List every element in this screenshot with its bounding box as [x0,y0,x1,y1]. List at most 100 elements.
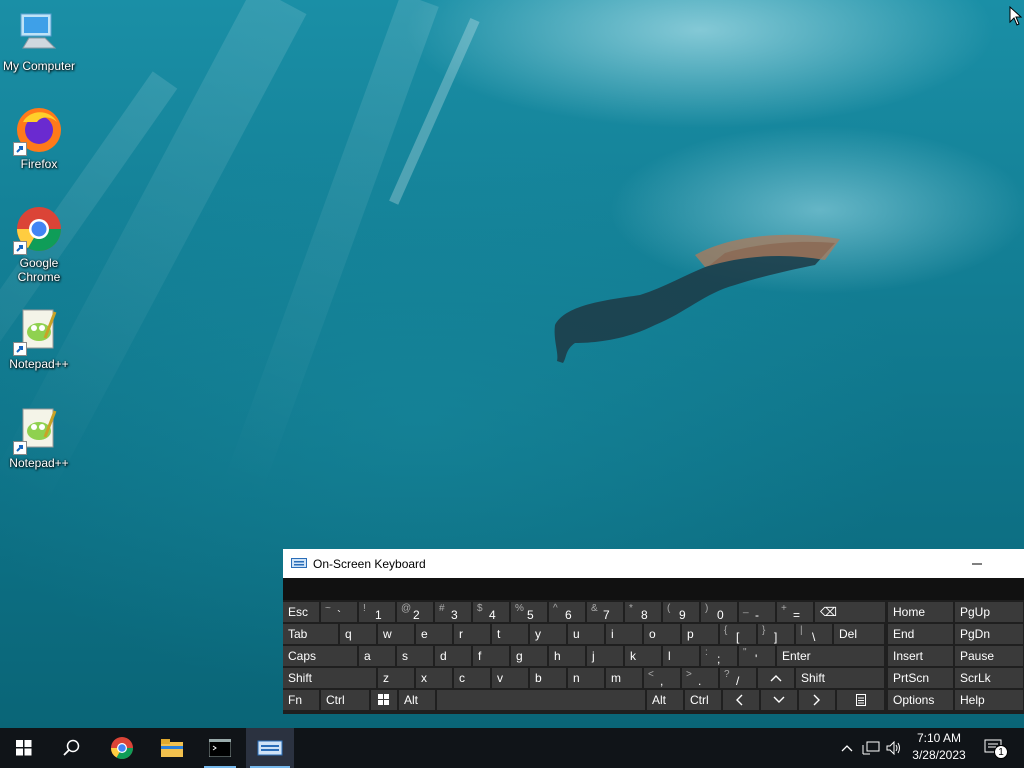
key[interactable]: _ - [739,602,775,622]
key[interactable]: n [568,668,604,688]
key-shift-right[interactable]: Shift [796,668,884,688]
desktop-icon-notepadpp-2[interactable]: Notepad++ [0,405,78,470]
key[interactable]: Tab [283,624,338,644]
key[interactable]: c [454,668,490,688]
arrow-up-key[interactable] [758,668,794,688]
key-label: p [687,627,694,641]
key[interactable]: e [416,624,452,644]
desktop-icon-notepadpp-1[interactable]: Notepad++ [0,306,78,371]
taskbar-clock[interactable]: 7:10 AM 3/28/2023 [905,730,973,764]
key[interactable]: >. [682,668,718,688]
arrow-down-key[interactable] [761,690,797,710]
key-insert[interactable]: Insert [888,646,953,666]
key[interactable]: m [606,668,642,688]
key[interactable]: v [492,668,528,688]
key[interactable]: ! 1 [359,602,395,622]
space-key[interactable] [437,690,645,710]
key[interactable]: ~ ` [321,602,357,622]
key[interactable]: " ' [739,646,775,666]
key[interactable]: h [549,646,585,666]
key-fn[interactable]: Fn [283,690,319,710]
key-prtscn[interactable]: PrtScn [888,668,953,688]
desktop-icon-my-computer[interactable]: My Computer [0,8,78,73]
key-enter[interactable]: Enter [777,646,884,666]
key-alt-right[interactable]: Alt [647,690,683,710]
key[interactable]: ^ 6 [549,602,585,622]
on-screen-keyboard-window[interactable]: On-Screen Keyboard Esc ~ `! 1 @2 #3 $4% 5 ^ 6 & 7 * 8… [283,549,1024,714]
key[interactable]: y [530,624,566,644]
arrow-left-key[interactable] [723,690,759,710]
key[interactable]: * 8 [625,602,661,622]
search-button[interactable] [48,728,96,768]
key[interactable]: b [530,668,566,688]
taskbar-chrome[interactable] [98,728,146,768]
action-center-button[interactable]: 1 [980,728,1010,768]
taskbar-on-screen-keyboard[interactable] [246,728,294,768]
key[interactable]: j [587,646,623,666]
key[interactable]: #3 [435,602,471,622]
key-end[interactable]: End [888,624,953,644]
key-help[interactable]: Help [955,690,1023,710]
key[interactable]: + = [777,602,813,622]
key-label: 6 [565,608,572,622]
key[interactable]: a [359,646,395,666]
taskbar-file-explorer[interactable] [148,728,196,768]
key[interactable]: <, [644,668,680,688]
volume-button[interactable] [884,728,904,768]
key[interactable]: i [606,624,642,644]
key-alt-left[interactable]: Alt [399,690,435,710]
key[interactable]: ) 0 [701,602,737,622]
key-pgdn[interactable]: PgDn [955,624,1023,644]
key[interactable]: u [568,624,604,644]
key[interactable]: q [340,624,376,644]
key[interactable]: (9 [663,602,699,622]
key[interactable]: $4 [473,602,509,622]
key-ctrl-left[interactable]: Ctrl [321,690,369,710]
key[interactable]: % 5 [511,602,547,622]
key[interactable]: PgUp [955,602,1023,622]
key[interactable]: | \ [796,624,832,644]
key[interactable]: w [378,624,414,644]
key[interactable]: f [473,646,509,666]
key[interactable]: z [378,668,414,688]
desktop-icon-firefox[interactable]: Firefox [0,106,78,171]
key-del[interactable]: Del [834,624,884,644]
key-label: ` [337,608,341,622]
key-pause[interactable]: Pause [955,646,1023,666]
osk-title-bar[interactable]: On-Screen Keyboard [283,549,1024,578]
key[interactable]: k [625,646,661,666]
start-button[interactable] [0,728,48,768]
desktop-icon-google-chrome[interactable]: Google Chrome [0,205,78,284]
key-scrlk[interactable]: ScrLk [955,668,1023,688]
taskbar-command-prompt[interactable] [196,728,244,768]
key[interactable]: @2 [397,602,433,622]
key[interactable]: d [435,646,471,666]
minimize-button[interactable] [962,549,992,578]
key[interactable]: x [416,668,452,688]
key[interactable]: ? / [720,668,756,688]
key[interactable]: {[ [720,624,756,644]
key[interactable]: r [454,624,490,644]
key[interactable]: p [682,624,718,644]
key[interactable]: & 7 [587,602,623,622]
key[interactable]: :; [701,646,737,666]
key[interactable]: }] [758,624,794,644]
key[interactable]: Home [888,602,953,622]
key[interactable]: l [663,646,699,666]
key[interactable]: Esc [283,602,319,622]
key[interactable]: g [511,646,547,666]
key-ctrl-right[interactable]: Ctrl [685,690,721,710]
key-label: o [649,627,656,641]
windows-key[interactable] [371,690,397,710]
menu-key[interactable] [837,690,884,710]
key[interactable]: Caps [283,646,357,666]
key[interactable]: t [492,624,528,644]
show-hidden-icons-button[interactable] [838,728,856,768]
network-button[interactable] [860,728,882,768]
key-options[interactable]: Options [888,690,953,710]
key[interactable]: s [397,646,433,666]
key[interactable]: ⌫ [815,602,885,622]
arrow-right-key[interactable] [799,690,835,710]
key[interactable]: o [644,624,680,644]
key[interactable]: Shift [283,668,376,688]
